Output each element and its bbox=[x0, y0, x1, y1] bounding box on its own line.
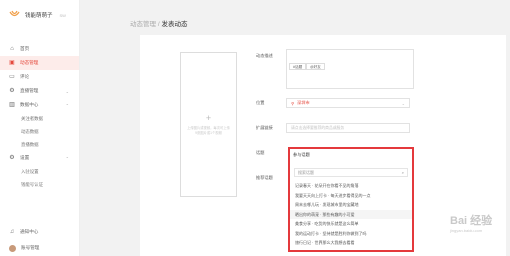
topic-search-input[interactable]: 搜索话题 ⌕ bbox=[294, 168, 408, 177]
app-logo[interactable]: 钱能萌萌子 SW bbox=[0, 0, 79, 30]
watermark-text: Bai 经验 bbox=[450, 215, 493, 227]
plus-icon: + bbox=[205, 112, 212, 123]
comment-icon: ▭ bbox=[9, 74, 15, 80]
chart-icon: ▥ bbox=[9, 102, 15, 108]
location-value: 深圳市 bbox=[297, 100, 310, 105]
topic-option[interactable]: 周末去哪儿玩 · 发现城市里的宝藏地 bbox=[290, 200, 412, 210]
sidebar-nav: ⌂ 首页 ▣ 动态管理 ▭ 评论 ⚙ 直播管理 ⌄ ▥ 数据中心 ⌃ 关注者数据… bbox=[0, 42, 79, 191]
mention-button[interactable]: @好友 bbox=[306, 63, 325, 70]
avatar bbox=[9, 244, 16, 252]
app-title: 钱能萌萌子 bbox=[25, 13, 53, 19]
sidebar-bottom: ♫ 通知中心 账号管理 bbox=[0, 224, 80, 256]
sidebar-item-label: 设置 bbox=[20, 155, 30, 160]
sidebar-item-label: 账号管理 bbox=[21, 245, 40, 250]
sidebar-item-data[interactable]: ▥ 数据中心 ⌃ bbox=[0, 98, 79, 112]
topic-option[interactable]: 美食分享 · 吃货的快乐就是这么简单 bbox=[290, 219, 412, 229]
sidebar-item-label: 评论 bbox=[20, 74, 30, 79]
main-content: 动态管理 / 发表动态 + 上传图片或视频，每次可上传9张图片或1个视频 动态描… bbox=[80, 0, 510, 256]
related-topic-label: 推荐话题 bbox=[256, 175, 273, 180]
sidebar-item-live[interactable]: ⚙ 直播管理 ⌄ bbox=[0, 84, 79, 98]
home-icon: ⌂ bbox=[10, 46, 14, 52]
sidebar-item-comments[interactable]: ▭ 评论 bbox=[0, 70, 79, 84]
sidebar-subitem-entry-settings[interactable]: 入驻设置 bbox=[0, 165, 79, 178]
sidebar-item-label: 动态管理 bbox=[20, 60, 39, 65]
media-upload-area[interactable]: + 上传图片或视频，每次可上传9张图片或1个视频 bbox=[180, 52, 237, 197]
chevron-down-icon: ⌄ bbox=[65, 88, 69, 94]
desc-label: 动态描述 bbox=[256, 53, 273, 58]
sidebar-item-posts[interactable]: ▣ 动态管理 bbox=[0, 56, 79, 70]
extended-link-input[interactable]: 请点击选择要推荐的商品或服务 bbox=[286, 123, 410, 133]
breadcrumb-current: 发表动态 bbox=[161, 21, 188, 28]
watermark: Bai 经验 jingyan.baidu.com bbox=[450, 212, 492, 233]
chevron-up-icon: ⌃ bbox=[65, 155, 69, 161]
topic-tag-button[interactable]: #话题 bbox=[289, 63, 307, 70]
sidebar-subitem-verification[interactable]: 钱能号认证 bbox=[0, 178, 79, 191]
watermark-sub: jingyan.baidu.com bbox=[450, 228, 483, 233]
bell-icon: ♫ bbox=[9, 229, 15, 235]
topic-option[interactable]: 我的运动打卡 · 坚持就是胜利你做到了吗 bbox=[290, 229, 412, 239]
topic-dropdown[interactable]: 参与话题 搜索话题 ⌕ 记录春天 · 花朵开在你看不见的角落 我要天天向上打卡 … bbox=[288, 147, 414, 252]
gear-icon: ⚙ bbox=[9, 155, 15, 161]
topic-option[interactable]: 记录春天 · 花朵开在你看不见的角落 bbox=[290, 181, 412, 191]
breadcrumb: 动态管理 / 发表动态 bbox=[130, 18, 187, 28]
logo-icon bbox=[8, 9, 21, 22]
topic-search-placeholder: 搜索话题 bbox=[298, 169, 314, 175]
topic-dropdown-title: 参与话题 bbox=[293, 152, 310, 157]
topic-option[interactable]: 晒出你的萌宠 · 那些有趣的小可爱 bbox=[290, 209, 412, 219]
location-pin-icon: ⚲ bbox=[291, 100, 295, 106]
sidebar-item-label: 数据中心 bbox=[20, 102, 39, 107]
search-icon[interactable]: ⌕ bbox=[402, 170, 404, 175]
sidebar-item-settings[interactable]: ⚙ 设置 ⌃ bbox=[0, 151, 79, 165]
camera-icon: ▣ bbox=[9, 60, 15, 66]
topic-options-list: 记录春天 · 花朵开在你看不见的角落 我要天天向上打卡 · 每天进步看得见的一点… bbox=[290, 181, 412, 248]
chevron-up-icon: ⌃ bbox=[65, 102, 69, 108]
sidebar-item-account[interactable]: 账号管理 bbox=[0, 240, 80, 256]
breadcrumb-parent[interactable]: 动态管理 bbox=[130, 21, 156, 28]
extended-link-label: 扩展链接 bbox=[256, 125, 273, 130]
gear-icon: ⚙ bbox=[9, 88, 15, 94]
sidebar-subitem-followers[interactable]: 关注者数据 bbox=[0, 112, 79, 125]
location-select[interactable]: ⚲ 深圳市 ⌄ bbox=[286, 98, 410, 108]
sidebar-item-label: 直播管理 bbox=[20, 88, 39, 93]
sidebar-subitem-live-data[interactable]: 直播数据 bbox=[0, 138, 79, 151]
topic-label: 话题 bbox=[256, 150, 265, 155]
topic-option[interactable]: 我要天天向上打卡 · 每天进步看得见的一点 bbox=[290, 191, 412, 201]
sidebar-item-label: 首页 bbox=[20, 46, 30, 51]
location-label: 位置 bbox=[256, 100, 265, 105]
sidebar-item-label: 通知中心 bbox=[20, 229, 39, 234]
sidebar: 钱能萌萌子 SW ⌂ 首页 ▣ 动态管理 ▭ 评论 ⚙ 直播管理 ⌄ ▥ 数据中… bbox=[0, 0, 80, 256]
topic-option[interactable]: 旅行日记 · 世界那么大我想去看看 bbox=[290, 238, 412, 248]
upload-hint: 上传图片或视频，每次可上传9张图片或1个视频 bbox=[187, 125, 230, 135]
sidebar-subitem-post-data[interactable]: 动态数据 bbox=[0, 125, 79, 138]
breadcrumb-separator: / bbox=[157, 21, 160, 28]
app-badge: SW bbox=[59, 12, 66, 18]
sidebar-item-home[interactable]: ⌂ 首页 bbox=[0, 42, 79, 56]
chevron-down-icon: ⌄ bbox=[401, 100, 405, 106]
sidebar-item-notifications[interactable]: ♫ 通知中心 bbox=[0, 224, 80, 240]
